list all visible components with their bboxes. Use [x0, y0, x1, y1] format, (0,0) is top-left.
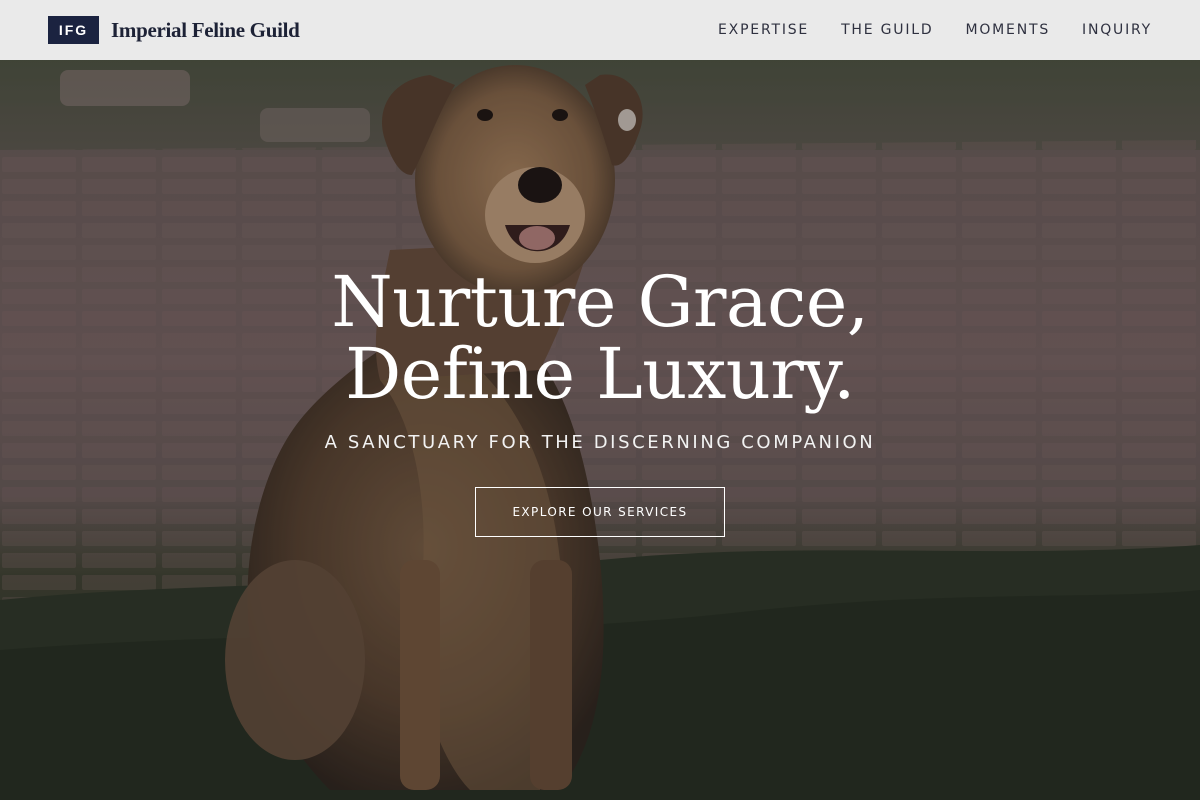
brand[interactable]: IFG Imperial Feline Guild — [48, 16, 300, 44]
site-header: IFG Imperial Feline Guild EXPERTISE THE … — [0, 0, 1200, 60]
hero-title: Nurture Grace, Define Luxury. — [0, 266, 1200, 410]
brand-name[interactable]: Imperial Feline Guild — [111, 18, 300, 43]
main-nav: EXPERTISE THE GUILD MOMENTS INQUIRY — [718, 22, 1152, 38]
nav-link-the-guild[interactable]: THE GUILD — [841, 22, 933, 38]
landing-page: IFG Imperial Feline Guild EXPERTISE THE … — [0, 0, 1200, 800]
nav-link-inquiry[interactable]: INQUIRY — [1082, 22, 1152, 38]
brand-logo-badge[interactable]: IFG — [48, 16, 99, 44]
hero-section: Nurture Grace, Define Luxury. A SANCTUAR… — [0, 266, 1200, 537]
nav-link-moments[interactable]: MOMENTS — [965, 22, 1050, 38]
hero-subtitle: A SANCTUARY FOR THE DISCERNING COMPANION — [324, 432, 876, 453]
hero-title-line-1: Nurture Grace, — [331, 261, 869, 343]
nav-link-expertise[interactable]: EXPERTISE — [718, 22, 809, 38]
hero-title-line-2: Define Luxury. — [345, 333, 855, 415]
explore-services-button[interactable]: EXPLORE OUR SERVICES — [475, 487, 725, 537]
